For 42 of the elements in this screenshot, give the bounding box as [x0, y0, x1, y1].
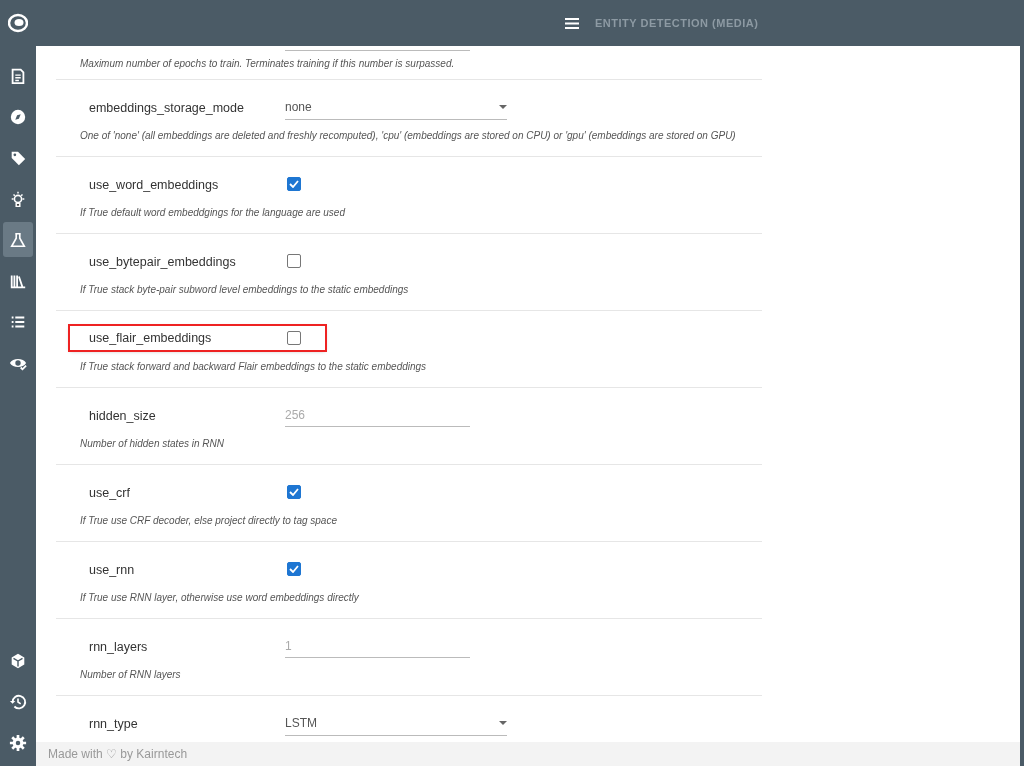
parameter-label: use_word_embeddings	[89, 178, 219, 192]
parameter-description: Number of hidden states in RNN	[79, 438, 225, 449]
input-field[interactable]: 1	[285, 634, 470, 658]
parameter-description: One of 'none' (all embeddings are deleted and freshly recomputed), 'cpu' (embeddings are stored on CPU) or 'gpu' (embeddings are stored on GPU)	[79, 130, 737, 141]
cube-icon	[9, 651, 27, 670]
menu-icon	[565, 17, 579, 29]
document-icon	[9, 66, 27, 85]
parameter-label: use_bytepair_embeddings	[89, 255, 236, 269]
light-bulb-icon	[9, 189, 27, 208]
parameter-description: Maximum number of epochs to train. Terminates training if this number is surpassed.	[79, 58, 456, 69]
parameter-label: hidden_size	[89, 409, 156, 423]
logo-icon	[8, 13, 28, 33]
parameter-label: use_rnn	[89, 563, 135, 577]
parameter-description: If True use RNN layer, otherwise use word embeddings directly	[79, 592, 360, 603]
checkbox[interactable]	[287, 254, 301, 268]
compass-icon	[9, 107, 27, 126]
parameter-description: If True stack byte-pair subword level embeddings to the static embeddings	[79, 284, 410, 295]
checkbox[interactable]	[287, 331, 301, 345]
parameter-description: If True stack forward and backward Flair embeddings to the static embeddings	[79, 361, 428, 372]
caret-icon	[499, 104, 507, 109]
parameter-label: embeddings_storage_mode	[89, 101, 244, 115]
checkbox[interactable]	[287, 562, 301, 576]
flask-icon	[9, 230, 27, 249]
checkbox[interactable]	[287, 485, 301, 499]
footer-text: Made with ♡ by Kairntech	[48, 747, 188, 761]
caret-icon	[499, 720, 507, 725]
menu-button[interactable]	[565, 17, 579, 29]
checkbox[interactable]	[287, 177, 301, 191]
dropdown[interactable]: none	[285, 94, 507, 120]
dropdown[interactable]: LSTM	[285, 710, 507, 736]
sidebar-item[interactable]	[3, 222, 33, 257]
parameter-label: rnn_layers	[89, 640, 148, 654]
parameter-label: use_crf	[89, 486, 130, 500]
parameter-description: Number of RNN layers	[79, 669, 182, 680]
input-field[interactable]: 256	[285, 403, 470, 427]
parameter-description: If True use CRF decoder, else project directly to tag space	[79, 515, 338, 526]
page-title: ENTITY DETECTION (MEDIA)	[595, 17, 759, 29]
parameter-description: If True default word embeddgings for the language are used	[79, 207, 347, 218]
parameter-label: rnn_type	[89, 717, 138, 731]
history-icon	[9, 692, 27, 711]
settings-icon	[9, 733, 27, 752]
parameter-label: use_flair_embeddings	[89, 331, 213, 345]
